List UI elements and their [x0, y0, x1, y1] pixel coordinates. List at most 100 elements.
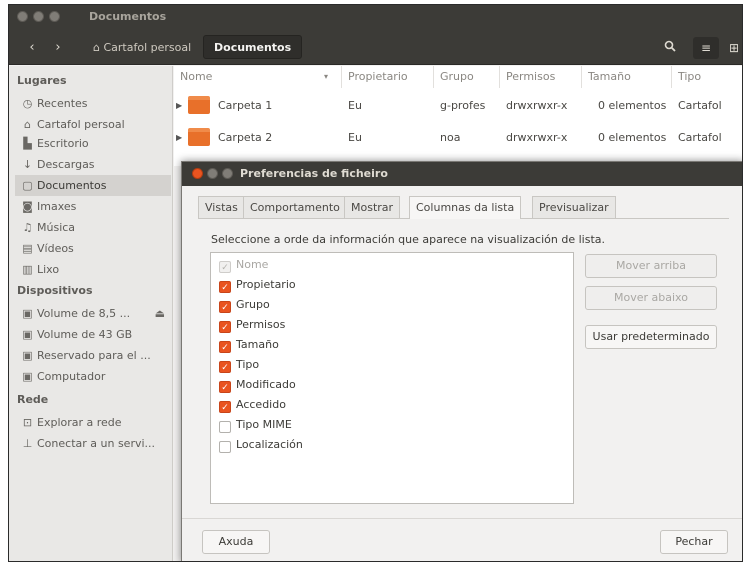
- sidebar-item-label: Volume de 43 GB: [37, 328, 133, 341]
- expand-arrow-icon[interactable]: ▶: [176, 133, 182, 142]
- column-header-size[interactable]: Tamaño: [582, 66, 672, 88]
- music-icon: ♫: [22, 221, 33, 234]
- chevron-right-icon: ›: [55, 40, 61, 55]
- checkbox-label: Accedido: [236, 398, 286, 411]
- preferences-dialog: Preferencias de ficheiro Vistas Comporta…: [181, 161, 742, 561]
- checkbox-icon[interactable]: ✓: [219, 361, 231, 373]
- checkbox-label: Propietario: [236, 278, 296, 291]
- sidebar-item-documentos[interactable]: ▢ Documentos: [15, 175, 171, 196]
- sidebar-item-reservado[interactable]: ▣ Reservado para el ...: [15, 345, 171, 366]
- file-owner: Eu: [348, 131, 362, 144]
- tab-columnas-da-lista[interactable]: Columnas da lista: [409, 196, 522, 219]
- footer-divider: [182, 518, 742, 519]
- minimize-dialog-icon[interactable]: [207, 168, 218, 179]
- column-header-type[interactable]: Tipo: [672, 66, 742, 88]
- column-checkbox-modificado[interactable]: ✓ Modificado: [219, 375, 419, 394]
- move-down-button[interactable]: Mover abaixo: [585, 286, 717, 310]
- sidebar-item-videos[interactable]: ▤ Vídeos: [15, 238, 171, 259]
- sidebar-item-computador[interactable]: ▣ Computador: [15, 366, 171, 387]
- column-header-owner[interactable]: Propietario: [342, 66, 434, 88]
- list-view-button[interactable]: ≡: [693, 37, 719, 59]
- folder-icon: [188, 96, 210, 114]
- checkbox-label: Nome: [236, 258, 269, 271]
- maximize-dialog-icon[interactable]: [222, 168, 233, 179]
- toolbar: ‹ › ⌂ Cartafol persoal Documentos ≡ ⊞: [9, 29, 742, 65]
- column-checkbox-tipo-mime[interactable]: ✓ Tipo MIME: [219, 415, 419, 434]
- column-header-group[interactable]: Grupo: [434, 66, 500, 88]
- sidebar-item-label: Descargas: [37, 158, 95, 171]
- search-icon: [664, 40, 676, 52]
- column-header-permissions[interactable]: Permisos: [500, 66, 582, 88]
- folder-icon: [188, 128, 210, 146]
- column-checkbox-tamano[interactable]: ✓ Tamaño: [219, 335, 419, 354]
- search-button[interactable]: [657, 37, 683, 59]
- tab-mostrar[interactable]: Mostrar: [344, 196, 401, 218]
- column-checkbox-propietario[interactable]: ✓ Propietario: [219, 275, 419, 294]
- grid-view-button[interactable]: ⊞: [721, 37, 742, 59]
- sidebar-item-escritorio[interactable]: ▙ Escritorio: [15, 133, 171, 154]
- checkbox-icon[interactable]: ✓: [219, 401, 231, 413]
- sidebar-item-conectar-servidor[interactable]: ⊥ Conectar a un servi...: [15, 433, 171, 454]
- column-checkbox-tipo[interactable]: ✓ Tipo: [219, 355, 419, 374]
- use-default-button[interactable]: Usar predeterminado: [585, 325, 717, 349]
- checkbox-icon[interactable]: ✓: [219, 321, 231, 333]
- forward-button[interactable]: ›: [49, 37, 67, 59]
- checkbox-icon[interactable]: ✓: [219, 281, 231, 293]
- window-title: Documentos: [89, 10, 167, 23]
- tab-vistas[interactable]: Vistas: [198, 196, 245, 218]
- sidebar-heading-places: Lugares: [17, 74, 67, 87]
- checkbox-icon[interactable]: ✓: [219, 421, 231, 433]
- expand-arrow-icon[interactable]: ▶: [176, 101, 182, 110]
- sidebar-item-explorar-rede[interactable]: ⊡ Explorar a rede: [15, 412, 171, 433]
- back-button[interactable]: ‹: [23, 37, 41, 59]
- eject-icon[interactable]: ⏏: [155, 303, 165, 324]
- checkbox-icon[interactable]: ✓: [219, 341, 231, 353]
- sidebar-item-cartafol-persoal[interactable]: ⌂ Cartafol persoal: [15, 114, 171, 135]
- column-checkbox-permisos[interactable]: ✓ Permisos: [219, 315, 419, 334]
- camera-icon: ◙: [22, 200, 33, 213]
- breadcrumb-home[interactable]: ⌂ Cartafol persoal: [87, 37, 197, 59]
- column-checkbox-grupo[interactable]: ✓ Grupo: [219, 295, 419, 314]
- breadcrumb-current[interactable]: Documentos: [203, 35, 303, 59]
- sidebar-item-recentes[interactable]: ◷ Recentes: [15, 93, 171, 114]
- close-dialog-icon[interactable]: [192, 168, 203, 179]
- window-titlebar[interactable]: Documentos: [9, 5, 742, 29]
- sidebar-item-volume-43[interactable]: ▣ Volume de 43 GB: [15, 324, 171, 345]
- tab-previsualizar[interactable]: Previsualizar: [532, 196, 616, 218]
- column-checkbox-localizacion[interactable]: ✓ Localización: [219, 435, 419, 454]
- tab-comportamento[interactable]: Comportamento: [243, 196, 347, 218]
- help-button[interactable]: Axuda: [202, 530, 270, 554]
- checkbox-icon[interactable]: ✓: [219, 381, 231, 393]
- table-row[interactable]: ▶ Carpeta 1 Eu g-profes drwxrwxr-x 0 ele…: [174, 92, 742, 122]
- checkbox-icon[interactable]: ✓: [219, 301, 231, 313]
- sidebar-item-label: Recentes: [37, 97, 88, 110]
- file-type: Cartafol: [678, 131, 722, 144]
- sidebar-item-imaxes[interactable]: ◙ Imaxes: [15, 196, 171, 217]
- home-icon: ⌂: [93, 41, 100, 54]
- download-icon: ↓: [22, 158, 33, 171]
- sidebar-item-label: Imaxes: [37, 200, 77, 213]
- file-name: Carpeta 1: [218, 99, 273, 112]
- checkbox-label: Permisos: [236, 318, 286, 331]
- table-row[interactable]: ▶ Carpeta 2 Eu noa drwxrwxr-x 0 elemento…: [174, 124, 742, 154]
- sidebar-item-descargas[interactable]: ↓ Descargas: [15, 154, 171, 175]
- sidebar-item-lixo[interactable]: ▥ Lixo: [15, 259, 171, 280]
- checkbox-label: Tamaño: [236, 338, 279, 351]
- maximize-window-icon[interactable]: [49, 11, 60, 22]
- clock-icon: ◷: [22, 97, 33, 110]
- column-checkbox-accedido[interactable]: ✓ Accedido: [219, 395, 419, 414]
- close-window-icon[interactable]: [17, 11, 28, 22]
- sidebar-item-musica[interactable]: ♫ Música: [15, 217, 171, 238]
- move-up-button[interactable]: Mover arriba: [585, 254, 717, 278]
- checkbox-icon[interactable]: ✓: [219, 441, 231, 453]
- sidebar-item-label: Computador: [37, 370, 106, 383]
- column-list: ✓ Nome ✓ Propietario ✓ Grupo ✓ Permisos ✓ Tam…: [210, 252, 574, 504]
- dialog-titlebar[interactable]: Preferencias de ficheiro: [182, 162, 742, 186]
- close-button[interactable]: Pechar: [660, 530, 728, 554]
- sidebar-item-volume-8[interactable]: ▣ Volume de 8,5 ... ⏏: [15, 303, 171, 324]
- sidebar-heading-devices: Dispositivos: [17, 284, 93, 297]
- minimize-window-icon[interactable]: [33, 11, 44, 22]
- file-list: Nome ▾ Propietario Grupo Permisos Tamaño …: [174, 66, 742, 166]
- drive-icon: ▣: [22, 307, 33, 320]
- column-header-name[interactable]: Nome ▾: [174, 66, 342, 88]
